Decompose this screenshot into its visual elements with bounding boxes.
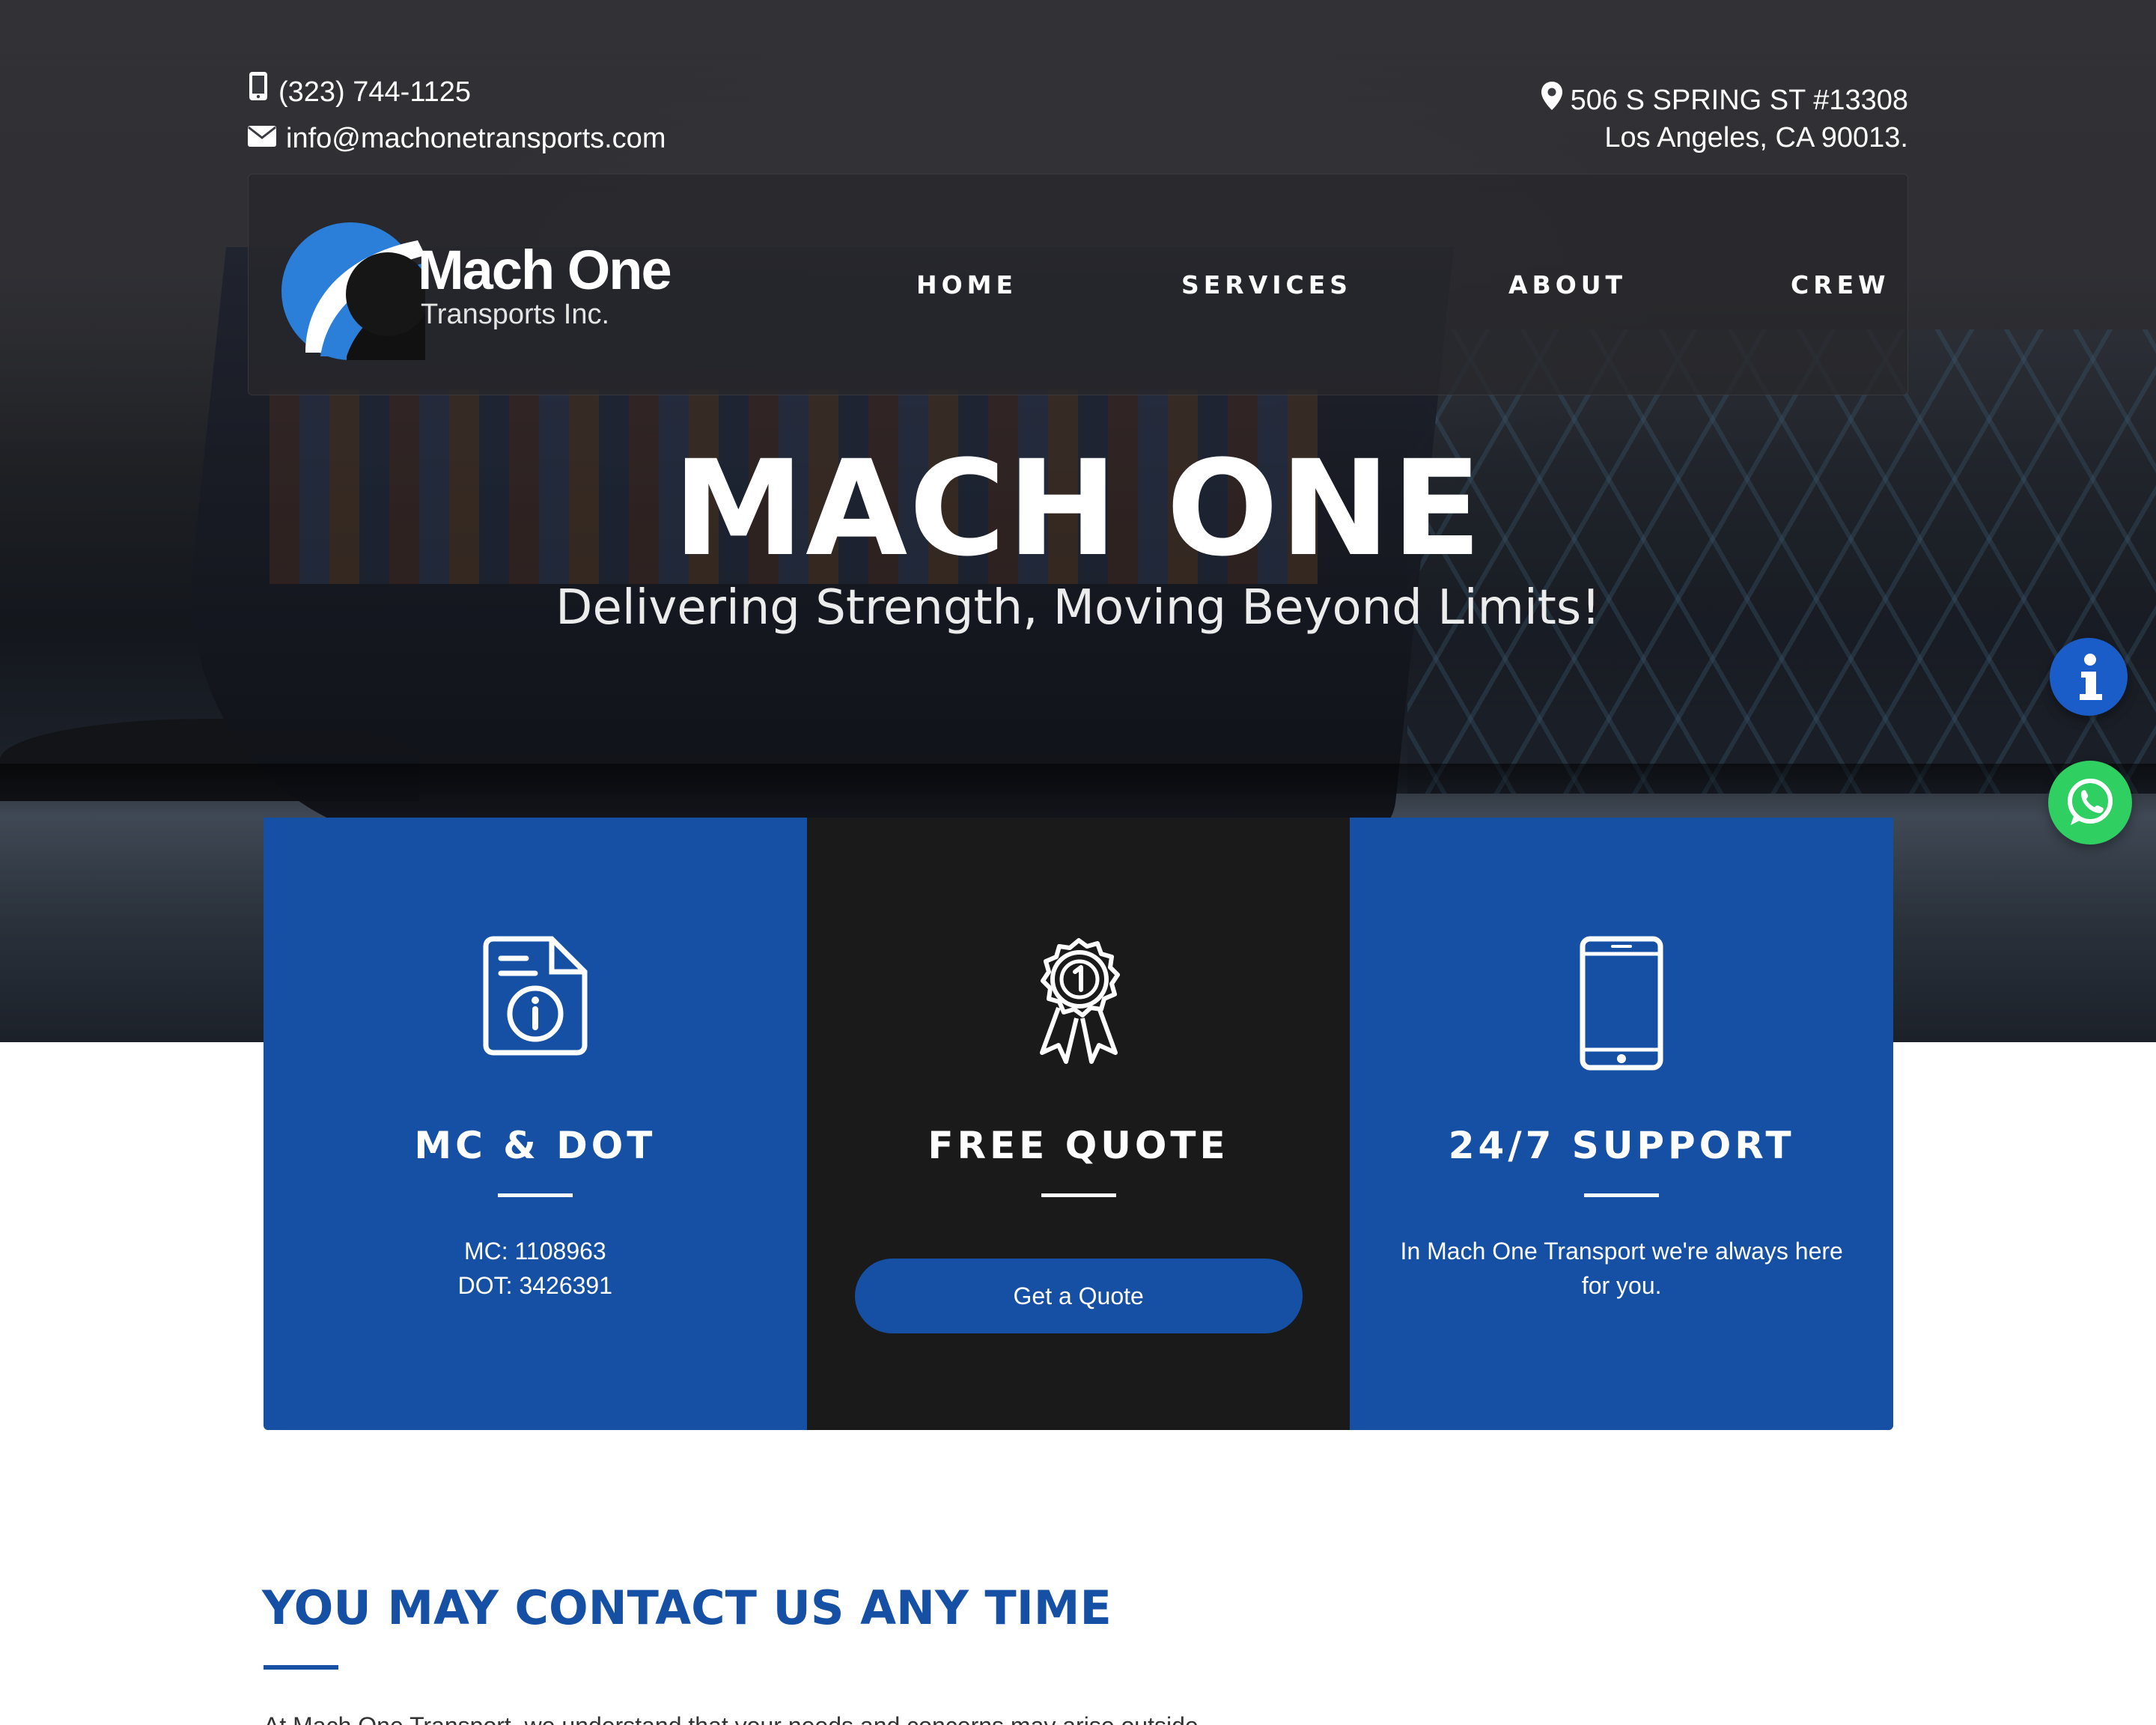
hero-band (0, 764, 2156, 816)
contact-divider (264, 1665, 338, 1670)
nav-services[interactable]: SERVICES (1181, 270, 1352, 299)
feature-cards: MC & DOT MC: 1108963 DOT: 3426391 FREE Q… (264, 818, 1893, 1430)
card-divider (497, 1193, 573, 1197)
email-row[interactable]: info@machonetransports.com (247, 115, 666, 162)
nav-home[interactable]: HOME (916, 270, 1017, 299)
card-support: 24/7 SUPPORT In Mach One Transport we're… (1350, 818, 1893, 1430)
hero-title: MACH ONE (672, 432, 1484, 585)
card-free-quote: FREE QUOTE Get a Quote (806, 818, 1350, 1430)
whatsapp-float-button[interactable] (2048, 761, 2132, 845)
hero-subtitle: Delivering Strength, Moving Beyond Limit… (555, 580, 1601, 636)
map-pin-icon (1541, 81, 1563, 120)
support-text: In Mach One Transport we're always here … (1400, 1238, 1843, 1299)
mobile-phone-icon (247, 69, 270, 115)
dot-number: DOT: 3426391 (457, 1272, 613, 1299)
logo-mark-icon (281, 222, 425, 360)
card-title: MC & DOT (414, 1124, 657, 1167)
card-text: MC: 1108963 DOT: 3426391 (308, 1234, 762, 1303)
nav-crew[interactable]: CREW (1791, 270, 1890, 299)
card-divider (1041, 1193, 1116, 1197)
whatsapp-icon (2068, 779, 2113, 825)
mc-number: MC: 1108963 (463, 1238, 606, 1265)
card-mc-dot: MC & DOT MC: 1108963 DOT: 3426391 (264, 818, 807, 1430)
document-info-icon (483, 936, 588, 1056)
main-navbar: Mach One Transports Inc. HOME SERVICES A… (248, 174, 1908, 395)
get-quote-button[interactable]: Get a Quote (854, 1259, 1303, 1333)
info-float-button[interactable] (2050, 638, 2128, 716)
award-ribbon-icon (1039, 938, 1120, 1064)
card-title: FREE QUOTE (928, 1124, 1229, 1167)
phone-number[interactable]: (323) 744-1125 (278, 69, 471, 115)
phone-row[interactable]: (323) 744-1125 (247, 69, 666, 115)
contact-heading: YOU MAY CONTACT US ANY TIME (262, 1581, 1112, 1635)
address-line-2: Los Angeles, CA 90013. (1604, 122, 1908, 153)
contact-body-text: At Mach One Transport, we understand tha… (264, 1709, 1312, 1725)
logo[interactable]: Mach One Transports Inc. (275, 210, 725, 360)
nav-about[interactable]: ABOUT (1508, 270, 1627, 299)
logo-name: Mach One (418, 239, 672, 301)
email-address[interactable]: info@machonetransports.com (286, 115, 666, 162)
address-info: 506 S SPRING ST #13308 Los Angeles, CA 9… (1541, 81, 1908, 156)
envelope-icon (247, 115, 277, 162)
card-title: 24/7 SUPPORT (1448, 1124, 1795, 1167)
address-line-1: 506 S SPRING ST #13308 (1570, 85, 1908, 116)
smartphone-icon (1580, 936, 1663, 1071)
logo-subtitle: Transports Inc. (421, 299, 610, 330)
info-icon (2080, 654, 2102, 700)
card-divider (1584, 1193, 1660, 1197)
contact-info: (323) 744-1125 info@machonetransports.co… (247, 69, 666, 162)
